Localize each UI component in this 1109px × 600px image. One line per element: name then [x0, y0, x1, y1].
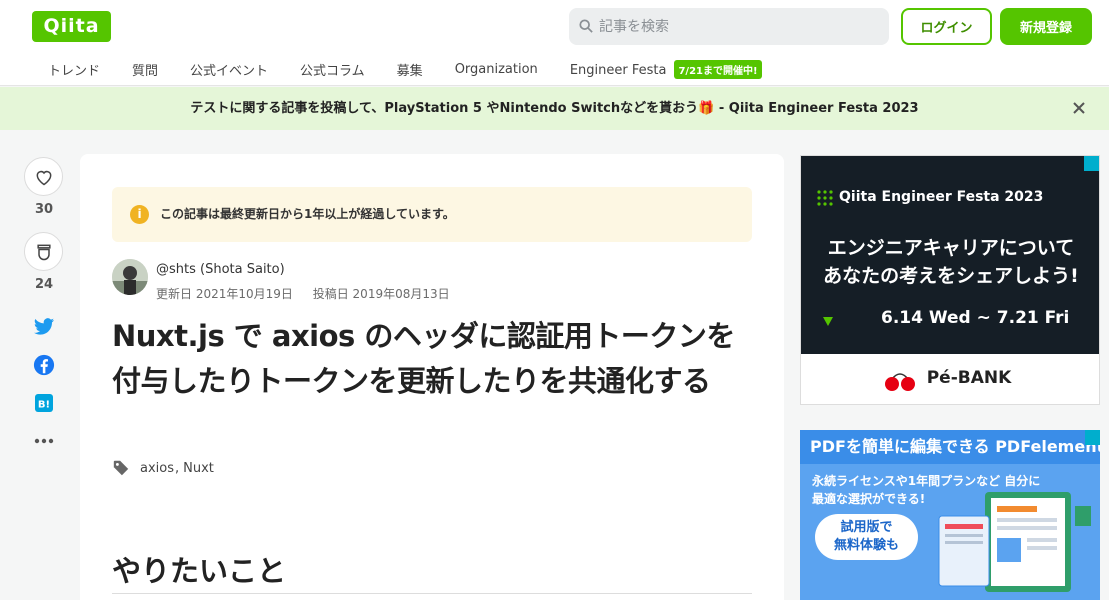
article-card: i この記事は最終更新日から1年以上が経過しています。 @shts (Shota…: [80, 154, 784, 600]
article-dates: 更新日 2021年10月19日 投稿日 2019年08月13日: [156, 285, 466, 302]
nav-official-events[interactable]: 公式イベント: [174, 60, 284, 79]
more-options-button[interactable]: [24, 425, 64, 457]
ad2-cta-button[interactable]: 試用版で 無料体験も: [815, 514, 918, 560]
ad-headline-1: エンジニアキャリアについて: [827, 237, 1075, 259]
search-icon: [579, 19, 593, 33]
nav-engineer-festa-label: Engineer Festa: [569, 62, 667, 78]
tag-separator: ,: [175, 460, 180, 476]
heart-icon: [36, 170, 51, 185]
author-name[interactable]: @shts (Shota Saito): [156, 262, 285, 277]
article-actions: 30 24 B!: [24, 157, 64, 457]
ad2-cta-line1: 試用版で: [840, 520, 893, 535]
more-icon: [34, 438, 54, 444]
notice-text: この記事は最終更新日から1年以上が経過しています。: [160, 207, 455, 221]
ad-headline-2: あなたの考えをシェアしよう!: [823, 265, 1079, 287]
ad-sponsor: Pé-BANK: [926, 368, 1012, 388]
search-box[interactable]: [569, 8, 889, 45]
twitter-share-button[interactable]: [24, 311, 64, 343]
nav-official-columns[interactable]: 公式コラム: [284, 60, 381, 79]
ad-engineer-festa[interactable]: Qiita Engineer Festa 2023 エンジニアキャリアについて …: [800, 155, 1100, 405]
site-header: Qiita ログイン 新規登録 トレンド 質問 公式イベント 公式コラム 募集 …: [0, 0, 1109, 86]
facebook-share-button[interactable]: [24, 349, 64, 381]
banner-text: テストに関する記事を投稿して、PlayStation 5 やNintendo S…: [190, 101, 919, 116]
outdated-notice: i この記事は最終更新日から1年以上が経過しています。: [112, 187, 752, 242]
info-icon: i: [130, 205, 149, 224]
ad-pdfelement[interactable]: PDFを簡単に編集できる PDFelement 永続ライセンスや1年間プランなど…: [800, 430, 1100, 600]
close-icon[interactable]: [1071, 100, 1087, 116]
triangle-icon: [823, 317, 833, 326]
hatena-bookmark-icon: B!: [35, 394, 53, 412]
event-badge: 7/21まで開催中!: [674, 59, 762, 79]
tag-nuxt[interactable]: Nuxt: [183, 461, 214, 476]
login-button[interactable]: ログイン: [901, 8, 992, 45]
signup-button[interactable]: 新規登録: [1000, 8, 1092, 45]
pdf-illustration: [938, 492, 1091, 592]
updated-date: 更新日 2021年10月19日: [156, 287, 293, 301]
global-nav: トレンド 質問 公式イベント 公式コラム 募集 Organization Eng…: [32, 54, 778, 84]
ad2-cta-line2: 無料体験も: [833, 538, 899, 553]
twitter-icon: [33, 318, 55, 335]
section-heading: やりたいこと: [112, 554, 287, 588]
ad2-title: PDFを簡単に編集できる PDFelement: [800, 430, 1100, 464]
nav-trend[interactable]: トレンド: [32, 60, 116, 79]
search-input[interactable]: [599, 8, 879, 45]
nav-engineer-festa[interactable]: Engineer Festa 7/21まで開催中!: [554, 59, 778, 79]
avatar[interactable]: [112, 259, 148, 295]
nav-recruitment[interactable]: 募集: [381, 60, 439, 79]
posted-date: 投稿日 2019年08月13日: [312, 287, 450, 301]
qiita-logo[interactable]: Qiita: [32, 11, 111, 42]
avatar-image: [112, 259, 148, 295]
ad-dark-panel: Qiita Engineer Festa 2023 エンジニアキャリアについて …: [801, 156, 1099, 354]
article-title: Nuxt.js で axios のヘッダに認証用トークンを付与したりトークンを更…: [112, 319, 735, 398]
heading-divider: [112, 593, 752, 594]
hatena-bookmark-button[interactable]: B!: [24, 387, 64, 419]
ad-choices-icon[interactable]: [1085, 430, 1100, 445]
ad-choices-icon[interactable]: [1084, 156, 1099, 171]
tag-list: axios , Nuxt: [112, 459, 214, 477]
stock-button[interactable]: [24, 232, 63, 271]
tag-icon: [113, 460, 129, 476]
like-button[interactable]: [24, 157, 63, 196]
ad-brand: Qiita Engineer Festa 2023: [839, 189, 1044, 205]
stock-icon: [36, 244, 51, 260]
tag-axios[interactable]: axios: [140, 461, 174, 476]
nav-organization[interactable]: Organization: [439, 62, 554, 77]
festa-logo-icon: [817, 190, 833, 206]
svg-text:B!: B!: [38, 400, 50, 411]
stock-count: 24: [34, 277, 54, 292]
ad-dates: 6.14 Wed ~ 7.21 Fri: [881, 308, 1070, 328]
campaign-banner[interactable]: テストに関する記事を投稿して、PlayStation 5 やNintendo S…: [0, 87, 1109, 130]
like-count: 30: [34, 202, 54, 217]
nav-questions[interactable]: 質問: [116, 60, 174, 79]
facebook-icon: [33, 354, 55, 376]
